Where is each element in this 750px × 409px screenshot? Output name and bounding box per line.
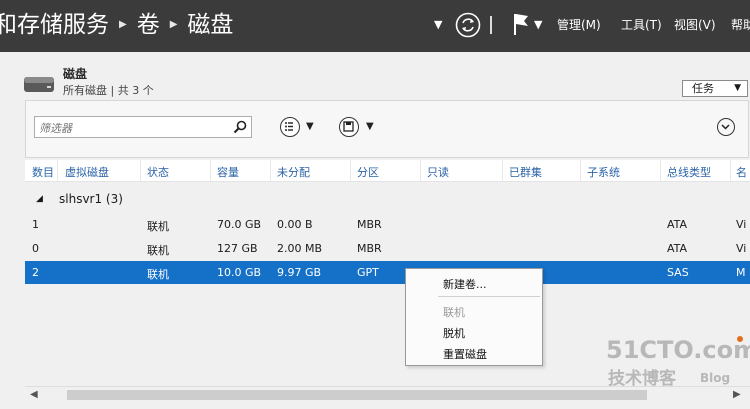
column-header-bus-type[interactable]: 总线类型 [667,164,711,180]
cell-number: 1 [32,218,39,231]
column-divider[interactable] [730,160,731,182]
menu-separator [438,296,540,297]
menu-item-reset-disk[interactable]: 重置磁盘 [443,346,487,362]
cell-capacity: 127 GB [217,242,258,255]
cell-unallocated: 0.00 B [277,218,313,231]
column-divider[interactable] [350,160,351,182]
cell-name: M [736,266,746,279]
column-header-partition[interactable]: 分区 [357,164,379,180]
column-header-clustered[interactable]: 已群集 [509,164,542,180]
column-header-capacity[interactable]: 容量 [217,164,239,180]
column-divider[interactable] [270,160,271,182]
table-row-selected[interactable]: 2 联机 10.0 GB 9.97 GB GPT SAS M [25,261,750,284]
cell-status: 联机 [147,220,169,233]
table-header: 数目 虚拟磁盘 状态 容量 未分配 分区 只读 已群集 子系统 总线类型 名 [25,160,750,182]
title-divider [490,16,492,34]
column-divider[interactable] [57,160,58,182]
breadcrumb-item-storage-services[interactable]: 和存储服务 [0,10,109,40]
scrollbar-thumb[interactable] [67,390,647,400]
menu-item-online: 联机 [443,306,465,319]
breadcrumb-separator-icon: ▶ [119,19,127,30]
watermark-sub2: Blog [700,371,730,385]
column-header-virtual-disk[interactable]: 虚拟磁盘 [65,164,109,180]
breadcrumb-separator-icon: ▶ [169,19,178,30]
filter-box[interactable] [34,116,252,139]
section-subtitle: 所有磁盘 | 共 3 个 [63,84,154,97]
cell-unallocated: 2.00 MB [277,242,323,255]
cell-bus-type: ATA [667,218,688,231]
context-menu: 新建卷... 联机 脱机 重置磁盘 [405,268,543,366]
save-query-button[interactable] [339,117,359,137]
cell-partition: GPT [357,266,379,279]
cell-status: 联机 [147,244,169,257]
menu-item-offline[interactable]: 脱机 [443,325,465,341]
watermark-logo: 51CTO.com 技术博客 Blog [606,336,750,389]
search-icon[interactable] [233,120,247,134]
menu-item-new-volume[interactable]: 新建卷... [443,276,487,292]
breadcrumb-item-volumes[interactable]: 卷 [137,10,160,40]
breadcrumb-item-disks[interactable]: 磁盘 [187,10,233,40]
cell-number: 0 [32,242,39,255]
group-header[interactable]: ◢ slhsvr1 (3) [25,190,750,210]
title-bar: 和存储服务 ▶ 卷 ▶ 磁盘 ▼ ▼ 管理(M) 工具(T) 视图(V) 帮助 [0,0,750,52]
cell-bus-type: ATA [667,242,688,255]
cell-capacity: 10.0 GB [217,266,262,279]
cell-partition: MBR [357,242,382,255]
cell-bus-type: SAS [667,266,689,279]
menu-help[interactable]: 帮助 [731,17,750,33]
save-icon [343,121,354,132]
cell-number: 2 [32,266,39,279]
column-divider[interactable] [140,160,141,182]
cell-partition: MBR [357,218,382,231]
filter-input[interactable] [35,118,225,139]
tasks-label: 任务 [692,82,714,95]
watermark-site: 51CTO.com [606,336,750,364]
menu-view[interactable]: 视图(V) [674,17,716,33]
flag-dropdown-icon[interactable]: ▼ [534,18,542,31]
tasks-button[interactable]: 任务 ▼ [682,80,748,97]
save-dropdown-icon[interactable]: ▼ [366,121,374,132]
chevron-down-icon [721,124,730,130]
column-divider[interactable] [580,160,581,182]
column-divider[interactable] [660,160,661,182]
list-icon [285,122,293,131]
menu-tools[interactable]: 工具(T) [621,17,662,33]
column-header-subsystem[interactable]: 子系统 [587,164,620,180]
chevron-down-icon: ▼ [734,83,741,93]
watermark-sub1: 技术博客 [608,368,677,389]
cell-status: 联机 [147,268,169,281]
table-row[interactable]: 1 联机 70.0 GB 0.00 B MBR ATA Vi [25,213,750,236]
cell-name: Vi [736,242,747,255]
cell-capacity: 70.0 GB [217,218,262,231]
scroll-left-icon[interactable]: ◀ [30,389,38,400]
column-divider[interactable] [210,160,211,182]
nav-dropdown-icon[interactable]: ▼ [434,18,442,31]
list-view-options-button[interactable] [280,117,300,137]
collapse-triangle-icon[interactable]: ◢ [36,194,43,204]
table-row[interactable]: 0 联机 127 GB 2.00 MB MBR ATA Vi [25,237,750,260]
breadcrumb: 和存储服务 ▶ 卷 ▶ 磁盘 [0,10,233,40]
column-divider[interactable] [420,160,421,182]
column-header-name[interactable]: 名 [736,164,747,180]
column-header-number[interactable]: 数目 [32,164,54,180]
expand-button[interactable] [717,118,735,136]
menu-manage[interactable]: 管理(M) [557,17,601,33]
section-title: 磁盘 [63,67,88,81]
list-options-dropdown-icon[interactable]: ▼ [306,121,314,132]
column-divider[interactable] [502,160,503,182]
column-header-unallocated[interactable]: 未分配 [277,164,310,180]
refresh-icon[interactable] [455,12,481,38]
cell-unallocated: 9.97 GB [277,266,322,279]
disk-icon [24,77,54,92]
cell-name: Vi [736,218,747,231]
flag-icon[interactable] [511,12,531,36]
column-header-status[interactable]: 状态 [147,164,169,180]
column-header-read-only[interactable]: 只读 [427,164,449,180]
group-label: slhsvr1 (3) [59,192,123,206]
